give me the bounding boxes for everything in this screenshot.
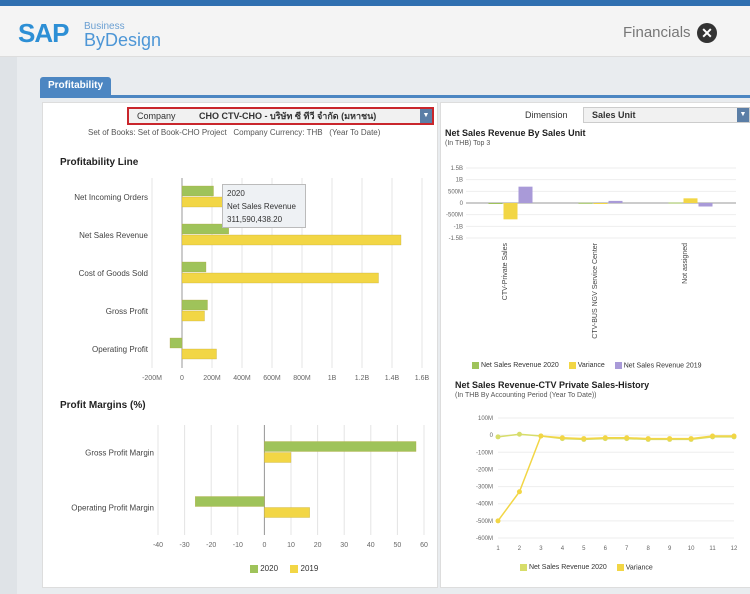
legend-swatch [568,362,576,369]
sap-logo: SAP [18,18,69,48]
chart1-title: Net Sales Revenue By Sales Unit [445,128,586,138]
chart2-legend: Net Sales Revenue 2020 Variance [520,564,653,571]
margins-title: Profit Margins (%) [60,400,146,411]
chart1-subtitle: (In THB) Top 3 [445,140,491,147]
info-line: Set of Books: Set of Book-CHO Project Co… [88,128,381,137]
dimension-select[interactable]: Sales Unit ▼ [583,107,750,123]
left-gutter [0,57,17,594]
margins-legend: 2020 2019 [250,564,318,573]
workcenter-title: Financials [623,24,691,41]
legend-item: 2019 [300,564,319,573]
chart2-subtitle: (In THB By Accounting Period (Year To Da… [455,392,597,399]
left-panel [42,102,438,588]
close-icon[interactable]: ✕ [697,23,717,43]
chevron-down-icon[interactable]: ▼ [737,108,749,122]
company-select[interactable]: Company CHO CTV-CHO - บริษัท ซี ทีวี จำก… [127,107,434,125]
legend-swatch [250,564,258,573]
legend-item: Variance [625,564,653,572]
legend-item: Net Sales Revenue 2020 [528,564,607,572]
legend-item: Variance [577,362,605,370]
legend-swatch [614,362,622,369]
dimension-label: Dimension [525,110,568,120]
tooltip-measure: Net Sales Revenue [227,202,296,211]
dimension-value: Sales Unit [592,110,636,120]
company-value: CHO CTV-CHO - บริษัท ซี ทีวี จำกัด (มหาช… [199,111,377,121]
right-panel [440,102,750,588]
logo-bydesign-text: ByDesign [84,30,162,50]
legend-swatch [616,564,624,571]
tab-profitability[interactable]: Profitability [40,77,112,95]
app-header: SAP Business ByDesign Financials ✕ [0,6,750,57]
legend-item: 2020 [260,564,279,573]
company-label: Company [137,111,176,121]
legend-item: Net Sales Revenue 2020 [480,362,559,370]
legend-item: Net Sales Revenue 2019 [623,362,702,370]
tooltip: 2020 Net Sales Revenue 311,590,438.20 [222,184,306,228]
profitability-title: Profitability Line [60,157,139,168]
chart2-title: Net Sales Revenue-CTV Private Sales-Hist… [455,380,650,390]
legend-swatch [472,362,479,369]
tooltip-value: 311,590,438.20 [227,215,283,224]
chart1-legend: Net Sales Revenue 2020 Variance Net Sale… [472,362,702,369]
legend-swatch [520,564,527,571]
tab-bar: Profitability [40,77,750,98]
chevron-down-icon[interactable]: ▼ [420,109,432,123]
legend-swatch [290,564,299,573]
tooltip-year: 2020 [227,189,245,198]
